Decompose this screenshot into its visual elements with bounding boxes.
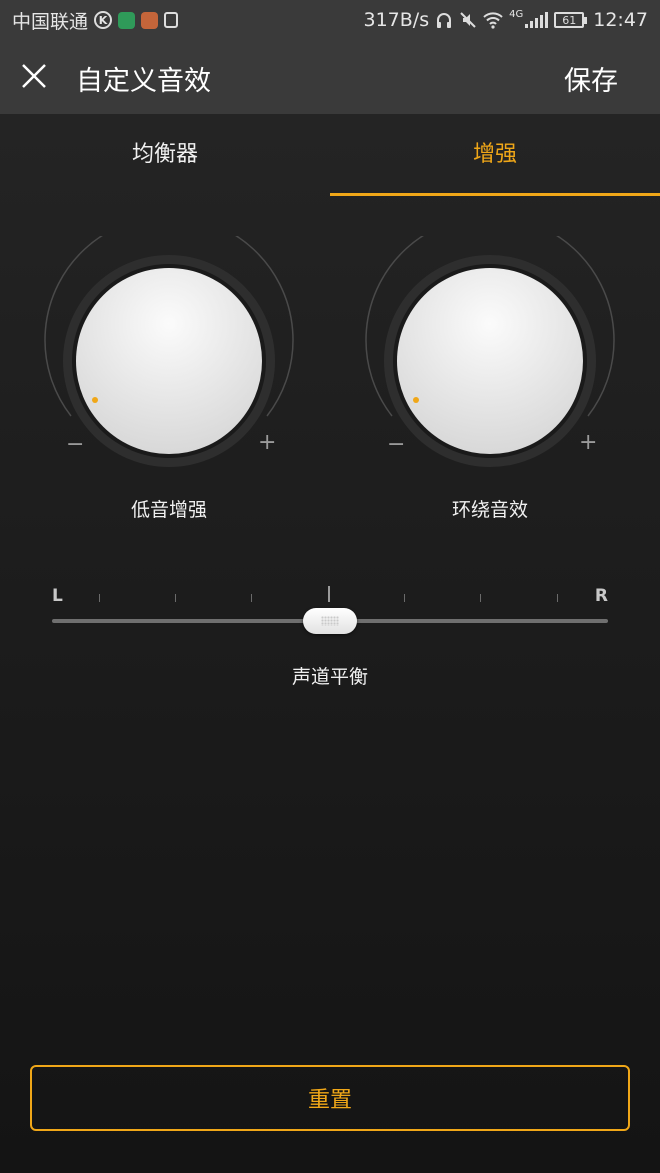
- network-speed: 317B/s: [363, 9, 430, 31]
- balance-tick: [175, 594, 176, 602]
- battery-icon: 61: [554, 12, 588, 28]
- balance-tick: [480, 594, 481, 602]
- carrier-name: 中国联通: [12, 10, 89, 33]
- surround-knob[interactable]: − +: [365, 236, 615, 476]
- balance-center-tick: [328, 586, 330, 602]
- channel-balance-slider[interactable]: L R: [52, 584, 608, 644]
- wechat-icon: [118, 11, 136, 29]
- balance-right-label: R: [594, 586, 608, 606]
- balance-thumb[interactable]: [303, 608, 357, 634]
- grip-icon: [321, 616, 339, 626]
- knob-plus: +: [258, 430, 277, 455]
- close-button[interactable]: [14, 56, 54, 96]
- knob-indicator: [413, 397, 419, 403]
- close-icon: [22, 64, 46, 88]
- app-icon: [141, 11, 159, 29]
- balance-label: 声道平衡: [291, 666, 368, 688]
- wifi-icon: [483, 12, 503, 29]
- knob-minus: −: [387, 432, 406, 457]
- bass-boost-label: 低音增强: [130, 499, 207, 521]
- knob-indicator: [92, 397, 98, 403]
- page-title: 自定义音效: [76, 66, 211, 97]
- save-button[interactable]: 保存: [564, 59, 618, 98]
- headphones-icon: [437, 13, 452, 28]
- status-bar: 中国联通 K 317B/s 4G 61 12:47: [0, 0, 660, 40]
- signal-icon: [525, 12, 549, 28]
- reset-button[interactable]: 重置: [30, 1065, 630, 1131]
- bass-boost-knob[interactable]: − +: [44, 236, 294, 476]
- status-right: 317B/s 4G 61 12:47: [364, 9, 649, 31]
- k-app-icon: K: [94, 11, 113, 29]
- tab-equalizer[interactable]: 均衡器: [0, 114, 330, 196]
- balance-tick: [557, 594, 558, 602]
- surround-label: 环绕音效: [451, 499, 528, 521]
- status-left: 中国联通 K: [12, 7, 179, 34]
- balance-tick: [404, 594, 405, 602]
- balance-left-label: L: [52, 586, 63, 606]
- tab-enhance[interactable]: 增强: [330, 114, 660, 196]
- balance-tick: [251, 594, 252, 602]
- knob-plus: +: [579, 430, 598, 455]
- knob-minus: −: [66, 432, 85, 457]
- clock: 12:47: [593, 9, 648, 31]
- sound-effect-screen: 中国联通 K 317B/s 4G 61 12:47 自定义音效 保存 均衡器 增…: [0, 0, 660, 1173]
- app-header: 自定义音效 保存: [0, 40, 660, 114]
- sim-icon: [164, 12, 179, 28]
- tab-bar: 均衡器 增强: [0, 114, 660, 196]
- balance-tick: [99, 594, 100, 602]
- battery-level: 61: [554, 12, 585, 28]
- mute-icon: [460, 12, 476, 28]
- network-type: 4G: [509, 9, 524, 20]
